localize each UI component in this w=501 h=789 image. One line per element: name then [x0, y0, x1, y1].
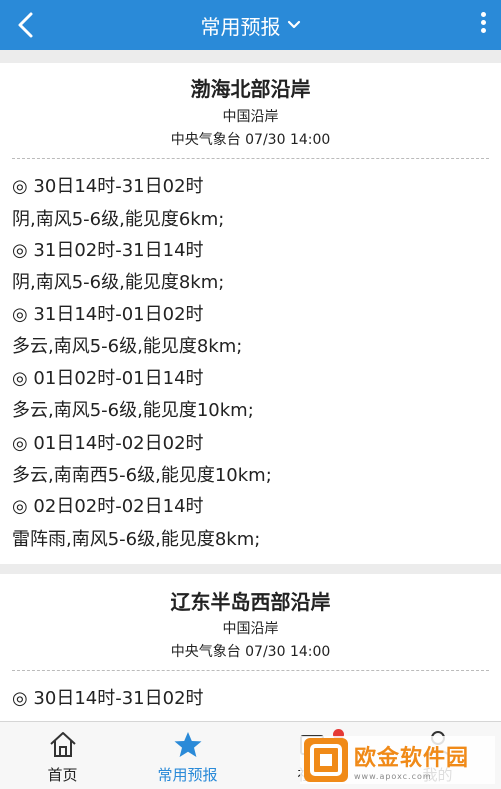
page-title-dropdown[interactable]: 常用预报: [0, 0, 501, 50]
card-source: 中央气象台 07/30 14:00: [170, 132, 331, 148]
forecast-period: ◎ 30日14时-31日02时: [12, 176, 204, 197]
forecast-detail: 多云,南风5-6级,能见度10km;: [12, 400, 254, 421]
tab-label: 常用预报: [157, 766, 218, 784]
page-title: 常用预报: [200, 14, 281, 39]
home-icon: [49, 732, 76, 757]
forecast-period: ◎ 31日14时-01日02时: [12, 304, 204, 325]
forecast-period: ◎ 01日14时-02日02时: [12, 433, 204, 454]
vertical-dots-icon: [479, 12, 487, 33]
forecast-period: ◎ 31日02时-31日14时: [12, 240, 204, 261]
chevron-down-icon: [287, 20, 300, 29]
forecast-period: ◎ 01日02时-01日14时: [12, 368, 204, 389]
forecast-card: 辽东半岛西部沿岸 中国沿岸 中央气象台 07/30 14:00 ◎ 30日14时…: [0, 574, 501, 721]
divider: [12, 670, 489, 671]
forecast-card: 渤海北部沿岸 中国沿岸 中央气象台 07/30 14:00 ◎ 30日14时-3…: [0, 63, 501, 564]
more-options-button[interactable]: [479, 12, 487, 38]
watermark: 欧金软件园 www.apoxc.com: [300, 736, 495, 784]
forecast-detail: 阴,南风5-6级,能见度6km;: [12, 209, 225, 230]
card-subtitle: 中国沿岸: [222, 621, 279, 637]
top-app-bar: 常用预报: [0, 0, 501, 50]
watermark-url: www.apoxc.com: [354, 771, 432, 781]
star-icon: [174, 732, 201, 757]
forecast-period: ◎ 02日02时-02日14时: [12, 496, 204, 517]
card-source: 中央气象台 07/30 14:00: [170, 644, 331, 660]
forecast-detail: 多云,南南西5-6级,能见度10km;: [12, 465, 272, 486]
tab-home[interactable]: 首页: [0, 722, 125, 789]
forecast-detail: 雷阵雨,南风5-6级,能见度8km;: [12, 529, 261, 550]
divider: [12, 158, 489, 159]
forecast-detail: 阴,南风5-6级,能见度8km;: [12, 272, 225, 293]
tab-label: 首页: [47, 766, 78, 784]
watermark-brand: 欧金软件园: [354, 745, 470, 771]
forecast-detail: 多云,南风5-6级,能见度8km;: [12, 336, 243, 357]
card-title: 辽东半岛西部沿岸: [170, 590, 331, 614]
card-title: 渤海北部沿岸: [190, 77, 311, 101]
card-subtitle: 中国沿岸: [222, 109, 279, 125]
watermark-logo-icon: [304, 738, 348, 782]
forecast-list[interactable]: 渤海北部沿岸 中国沿岸 中央气象台 07/30 14:00 ◎ 30日14时-3…: [0, 50, 501, 721]
forecast-period: ◎ 30日14时-31日02时: [12, 688, 204, 709]
tab-favorites[interactable]: 常用预报: [125, 722, 250, 789]
